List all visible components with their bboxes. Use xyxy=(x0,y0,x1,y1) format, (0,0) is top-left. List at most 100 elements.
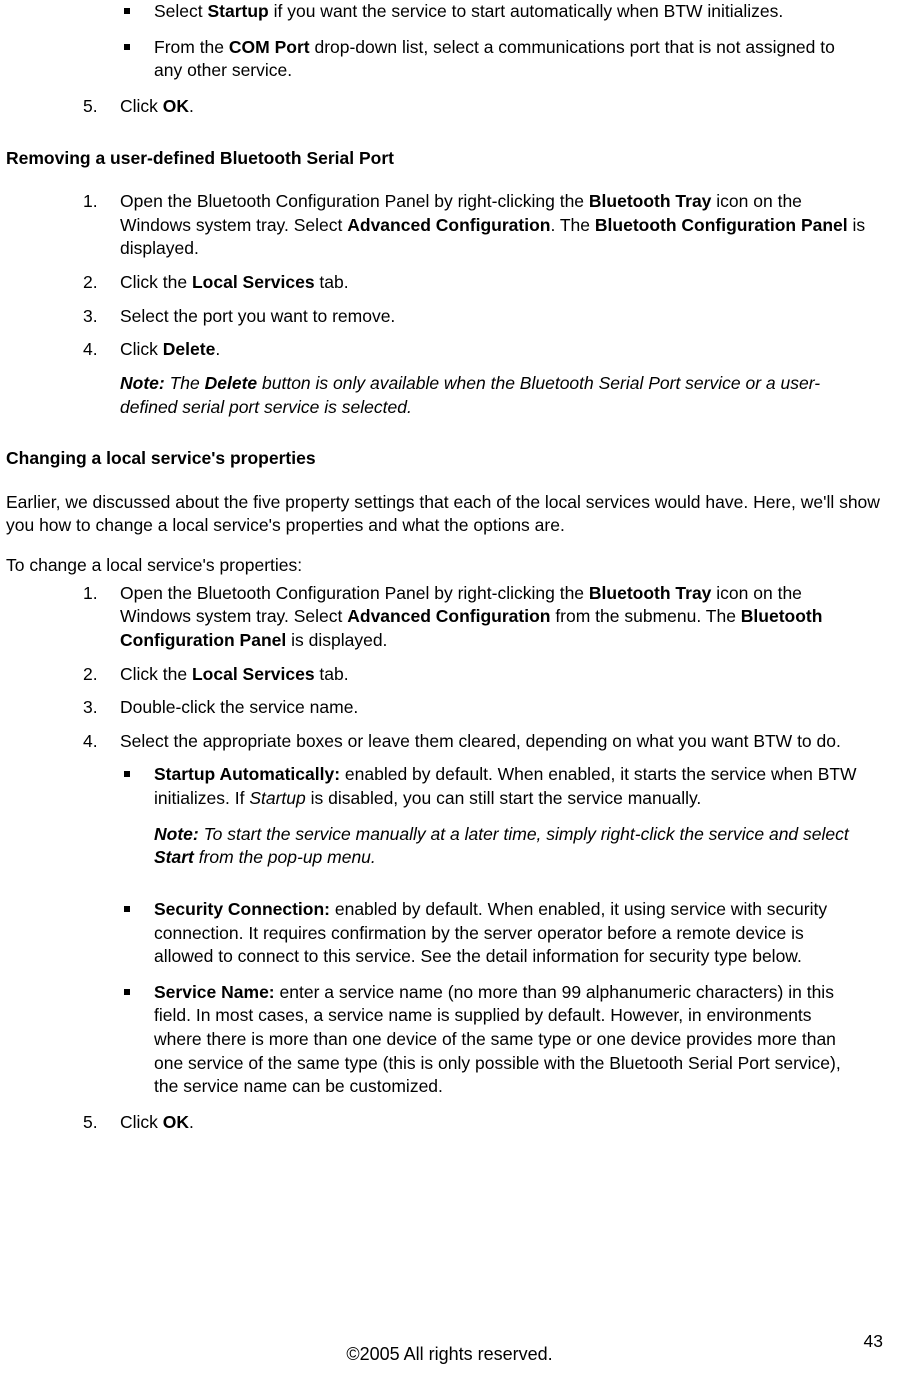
bullet-text: Startup Automatically: enabled by defaul… xyxy=(154,763,893,810)
text-run: . xyxy=(189,96,194,116)
list-item: 3. Select the port you want to remove. xyxy=(6,305,893,329)
bullet-text: Select Startup if you want the service t… xyxy=(154,0,893,24)
text-bold: Service Name: xyxy=(154,982,275,1002)
list-text: Click OK. xyxy=(120,95,893,119)
text-bold: Startup Automatically: xyxy=(154,764,340,784)
list-text: Double-click the service name. xyxy=(120,696,893,720)
list-number: 2. xyxy=(83,663,120,687)
list-item: Security Connection: enabled by default.… xyxy=(6,898,893,969)
text-bold: Delete xyxy=(205,373,258,393)
bullet-text: Service Name: enter a service name (no m… xyxy=(154,981,893,1099)
square-bullet-icon xyxy=(124,906,130,912)
list-text: Open the Bluetooth Configuration Panel b… xyxy=(120,582,893,653)
text-run: . xyxy=(215,339,220,359)
list-number: 1. xyxy=(83,582,120,653)
list-item: 1. Open the Bluetooth Configuration Pane… xyxy=(6,190,893,261)
text-run: Click xyxy=(120,1112,163,1132)
list-text: Click the Local Services tab. xyxy=(120,663,893,687)
list-number: 1. xyxy=(83,190,120,261)
text-bold: Bluetooth Tray xyxy=(589,583,712,603)
text-run: . xyxy=(189,1112,194,1132)
list-item: 2. Click the Local Services tab. xyxy=(6,271,893,295)
text-run: The xyxy=(165,373,205,393)
list-item: 5. Click OK. xyxy=(6,95,893,119)
list-text: Select the port you want to remove. xyxy=(120,305,893,329)
list-text: Click the Local Services tab. xyxy=(120,271,893,295)
text-run: Click xyxy=(120,339,163,359)
list-item: Service Name: enter a service name (no m… xyxy=(6,981,893,1099)
list-text: Open the Bluetooth Configuration Panel b… xyxy=(120,190,893,261)
text-run: To start the service manually at a later… xyxy=(199,824,849,844)
heading-removing: Removing a user-defined Bluetooth Serial… xyxy=(6,147,893,171)
text-run: Open the Bluetooth Configuration Panel b… xyxy=(120,191,589,211)
text-run: is displayed. xyxy=(286,630,387,650)
bullet-text: From the COM Port drop-down list, select… xyxy=(154,36,893,83)
list-number: 4. xyxy=(83,730,120,754)
text-bold: Delete xyxy=(163,339,216,359)
list-item: 1. Open the Bluetooth Configuration Pane… xyxy=(6,582,893,653)
change-sub-bullets-2: Security Connection: enabled by default.… xyxy=(6,898,893,1099)
text-run: from the submenu. The xyxy=(550,606,740,626)
list-item: 4. Select the appropriate boxes or leave… xyxy=(6,730,893,754)
text-bold: Local Services xyxy=(192,664,315,684)
text-run: from the pop-up menu. xyxy=(194,847,376,867)
text-run: is disabled, you can still start the ser… xyxy=(306,788,702,808)
text-run: Open the Bluetooth Configuration Panel b… xyxy=(120,583,589,603)
lead-paragraph: To change a local service's properties: xyxy=(6,554,893,578)
list-number: 5. xyxy=(83,1111,120,1135)
text-bold: Bluetooth Configuration Panel xyxy=(595,215,848,235)
list-item: Startup Automatically: enabled by defaul… xyxy=(6,763,893,810)
intro-bullet-list: Select Startup if you want the service t… xyxy=(6,0,893,83)
text-run: Click xyxy=(120,96,163,116)
text-bold: Advanced Configuration xyxy=(347,606,550,626)
list-item: From the COM Port drop-down list, select… xyxy=(6,36,893,83)
change-steps: 1. Open the Bluetooth Configuration Pane… xyxy=(6,582,893,754)
document-page: Select Startup if you want the service t… xyxy=(0,0,899,1386)
list-number: 2. xyxy=(83,271,120,295)
text-run: Select xyxy=(154,1,208,21)
text-run: tab. xyxy=(315,664,349,684)
list-text: Select the appropriate boxes or leave th… xyxy=(120,730,893,754)
list-text: Click Delete. xyxy=(120,338,893,362)
text-bold: OK xyxy=(163,96,189,116)
text-bold: Bluetooth Tray xyxy=(589,191,712,211)
text-bold: Local Services xyxy=(192,272,315,292)
text-run: tab. xyxy=(315,272,349,292)
intro-ordered-continuation: 5. Click OK. xyxy=(6,95,893,119)
text-run: Click the xyxy=(120,664,192,684)
text-italic: Startup xyxy=(249,788,305,808)
text-run: Click the xyxy=(120,272,192,292)
text-run: From the xyxy=(154,37,229,57)
intro-paragraph: Earlier, we discussed about the five pro… xyxy=(6,491,893,538)
square-bullet-icon xyxy=(124,989,130,995)
bullet-text: Security Connection: enabled by default.… xyxy=(154,898,893,969)
text-bold: Start xyxy=(154,847,194,867)
square-bullet-icon xyxy=(124,771,130,777)
text-bold: Advanced Configuration xyxy=(347,215,550,235)
list-number: 5. xyxy=(83,95,120,119)
list-number: 4. xyxy=(83,338,120,362)
list-number: 3. xyxy=(83,696,120,720)
text-bold: OK xyxy=(163,1112,189,1132)
text-bold: COM Port xyxy=(229,37,310,57)
note-block: Note: To start the service manually at a… xyxy=(154,823,873,870)
page-number: 43 xyxy=(864,1330,883,1354)
list-item: Select Startup if you want the service t… xyxy=(6,0,893,24)
text-run: . The xyxy=(550,215,594,235)
note-block: Note: The Delete button is only availabl… xyxy=(120,372,873,419)
heading-changing: Changing a local service's properties xyxy=(6,447,893,471)
note-label: Note: xyxy=(120,373,165,393)
list-number: 3. xyxy=(83,305,120,329)
remove-steps: 1. Open the Bluetooth Configuration Pane… xyxy=(6,190,893,362)
square-bullet-icon xyxy=(124,8,130,14)
note-label: Note: xyxy=(154,824,199,844)
list-item: 5. Click OK. xyxy=(6,1111,893,1135)
text-bold: Startup xyxy=(208,1,269,21)
change-sub-bullets: Startup Automatically: enabled by defaul… xyxy=(6,763,893,810)
text-bold: Security Connection: xyxy=(154,899,330,919)
list-item: 4. Click Delete. xyxy=(6,338,893,362)
text-run: if you want the service to start automat… xyxy=(269,1,784,21)
list-text: Click OK. xyxy=(120,1111,893,1135)
list-item: 2. Click the Local Services tab. xyxy=(6,663,893,687)
square-bullet-icon xyxy=(124,44,130,50)
